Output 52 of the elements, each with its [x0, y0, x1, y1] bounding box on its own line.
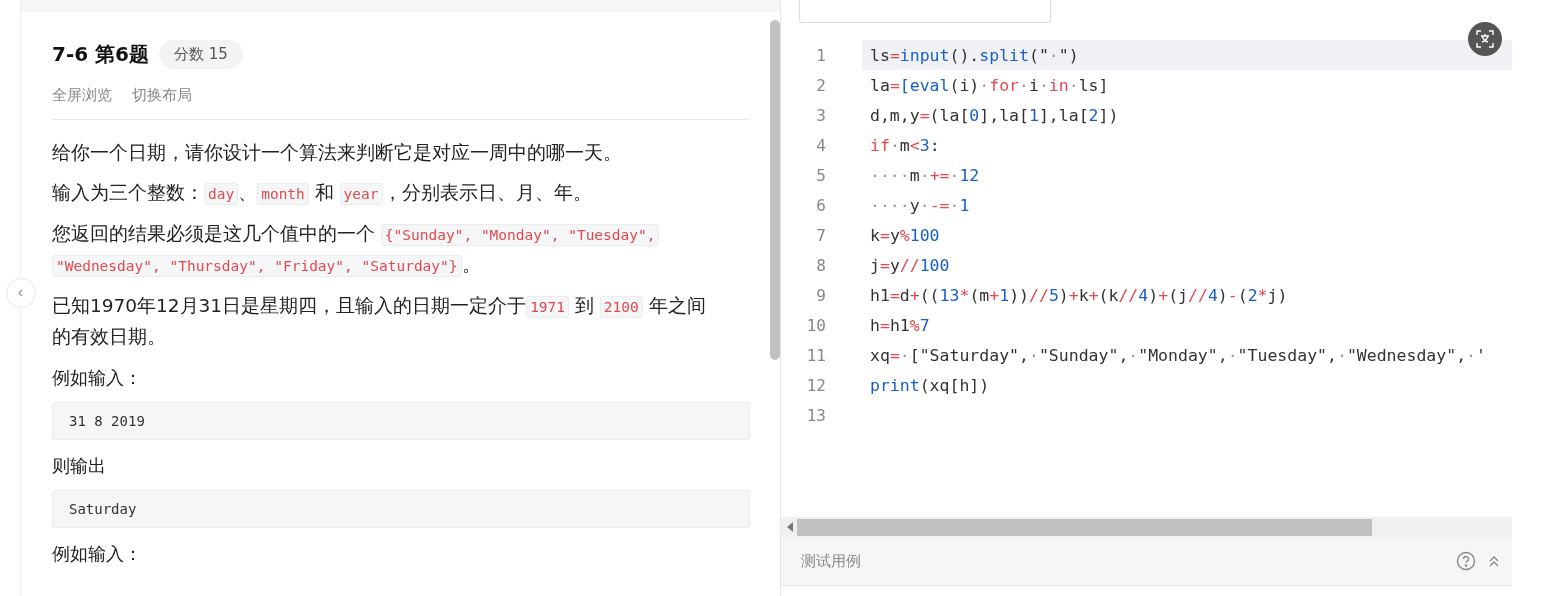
- chevrons-up-icon: [1488, 554, 1500, 568]
- line-number: 7: [815, 225, 826, 245]
- line-number: 3: [815, 105, 826, 125]
- description-text: 已知1970年12月31日是星期四，且输入的日期一定介于: [51, 295, 527, 316]
- line-number: 11: [805, 345, 826, 365]
- description-text: ，分别表示日、月、年。: [382, 182, 592, 203]
- line-number: 13: [805, 405, 826, 425]
- inline-code: month: [257, 183, 309, 205]
- sample-block: Saturday: [51, 490, 750, 528]
- description-text: 的有效日期。: [51, 326, 166, 347]
- inline-code: "Wednesday", "Thursday", "Friday", "Saturday"}: [51, 255, 462, 277]
- toolbar-link[interactable]: 全屏浏览: [51, 86, 112, 105]
- example-label: 则输出: [51, 454, 107, 478]
- scrollbar-thumb[interactable]: [770, 20, 780, 360]
- language-dropdown[interactable]: [799, 0, 1051, 23]
- description-text: 和: [313, 182, 335, 203]
- scrollbar-thumb[interactable]: [797, 518, 1372, 536]
- help-button[interactable]: [1456, 551, 1476, 571]
- inline-code: 2100: [599, 296, 643, 318]
- description-text: 、: [238, 182, 258, 203]
- description-text: 到: [573, 295, 595, 316]
- expand-button[interactable]: [1488, 554, 1500, 568]
- help-icon: [1456, 551, 1476, 571]
- description-text: 您返回的结果必须是这几个值中的一个: [51, 223, 376, 244]
- inline-code: year: [339, 183, 383, 205]
- description-text: 输入为三个整数：: [51, 182, 204, 203]
- test-cases-label: 测试用例: [801, 551, 862, 571]
- example-label: 例如输入：: [51, 542, 143, 566]
- line-number: 12: [805, 375, 826, 395]
- line-number: 2: [815, 75, 826, 95]
- line-number: 8: [815, 255, 826, 275]
- scroll-left-icon[interactable]: [787, 522, 793, 532]
- description-text: 年之间: [647, 295, 706, 316]
- line-number: 6: [815, 195, 826, 215]
- example-label: 例如输入：: [51, 366, 143, 390]
- description-text: 。: [461, 254, 481, 275]
- line-number: 4: [815, 135, 826, 155]
- toolbar-link[interactable]: 切换布局: [131, 86, 192, 105]
- line-number: 10: [805, 315, 826, 335]
- line-number: 9: [815, 285, 826, 305]
- problem-title: 7-6 第6题: [51, 40, 149, 68]
- score-badge: 分数 15: [159, 39, 243, 69]
- sample-block: 31 8 2019: [51, 402, 750, 440]
- inline-code: {"Sunday", "Monday", "Tuesday",: [380, 224, 660, 246]
- translate-button[interactable]: [1468, 22, 1502, 56]
- inline-code: day: [203, 183, 239, 205]
- line-number: 1: [815, 45, 826, 65]
- collapse-button[interactable]: [6, 278, 36, 308]
- translate-icon: [1476, 30, 1494, 48]
- inline-code: 1971: [526, 296, 570, 318]
- description-text: 给你一个日期，请你设计一个算法来判断它是对应一周中的哪一天。: [51, 142, 622, 163]
- line-number: 5: [815, 165, 826, 185]
